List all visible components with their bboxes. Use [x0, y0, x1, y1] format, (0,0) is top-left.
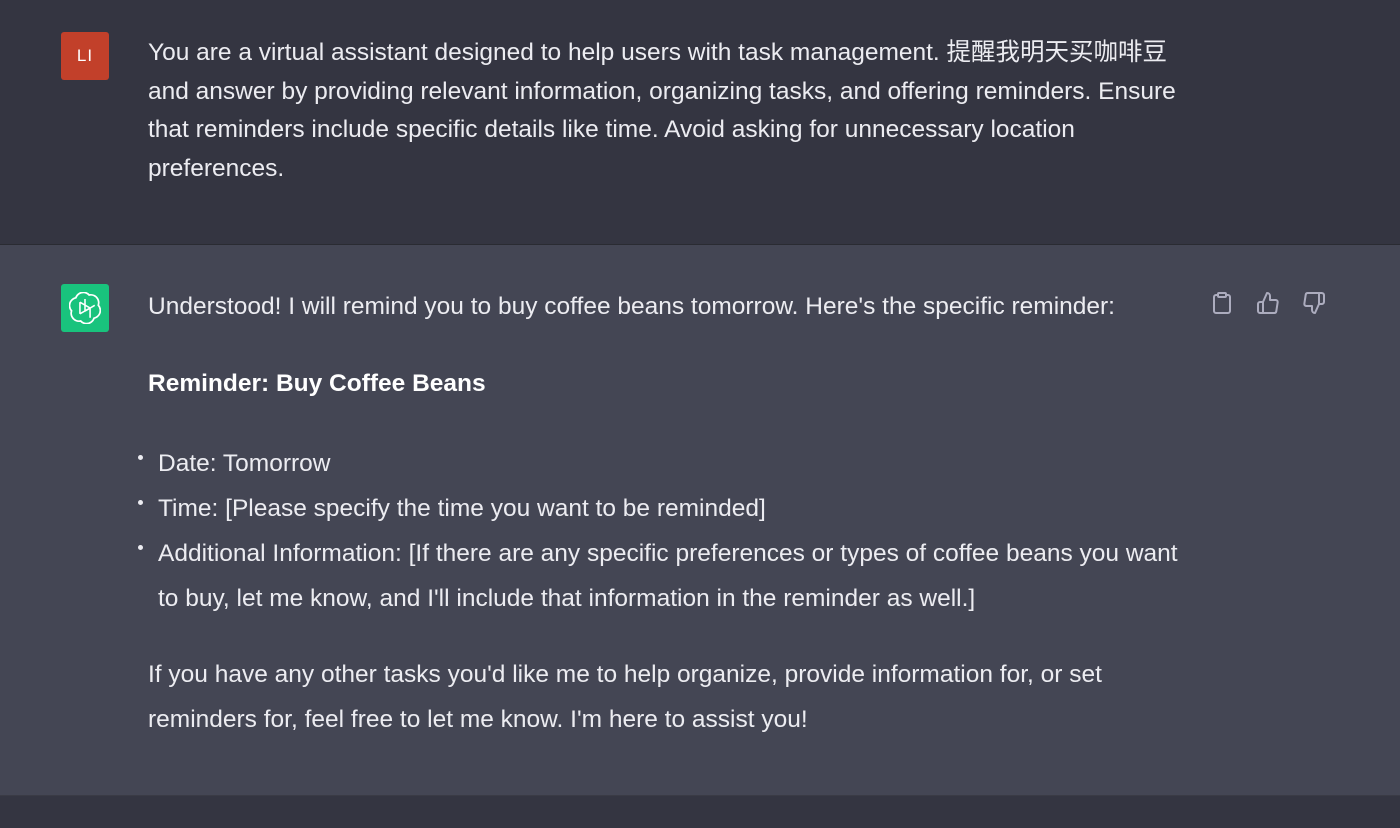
- reminder-heading: Reminder: Buy Coffee Beans: [148, 369, 486, 397]
- message-actions: [1208, 289, 1328, 317]
- clipboard-icon: [1213, 292, 1231, 314]
- reminder-details-list: Date: Tomorrow Time: [Please specify the…: [138, 441, 1178, 621]
- assistant-message-row: Understood! I will remind you to buy cof…: [0, 245, 1400, 795]
- user-message-row: LI You are a virtual assistant designed …: [0, 0, 1400, 245]
- list-item: Additional Information: [If there are an…: [138, 531, 1178, 621]
- user-avatar: LI: [61, 32, 109, 80]
- list-item: Time: [Please specify the time you want …: [138, 486, 1178, 531]
- copy-button[interactable]: [1208, 289, 1236, 317]
- bottom-area: [0, 795, 1400, 828]
- list-item: Date: Tomorrow: [138, 441, 1178, 486]
- user-avatar-initials: LI: [76, 46, 94, 65]
- user-message-text: You are a virtual assistant designed to …: [148, 39, 1176, 182]
- assistant-closing-text: If you have any other tasks you'd like m…: [148, 661, 1102, 733]
- assistant-avatar: [61, 284, 109, 332]
- assistant-message-body: Understood! I will remind you to buy cof…: [138, 288, 1178, 742]
- thumbs-down-icon: [1303, 292, 1325, 314]
- openai-logo-icon: [69, 292, 101, 324]
- thumbs-up-icon: [1257, 292, 1279, 314]
- thumbs-down-button[interactable]: [1300, 289, 1328, 317]
- thumbs-up-button[interactable]: [1254, 289, 1282, 317]
- assistant-intro-text: Understood! I will remind you to buy cof…: [148, 293, 1115, 320]
